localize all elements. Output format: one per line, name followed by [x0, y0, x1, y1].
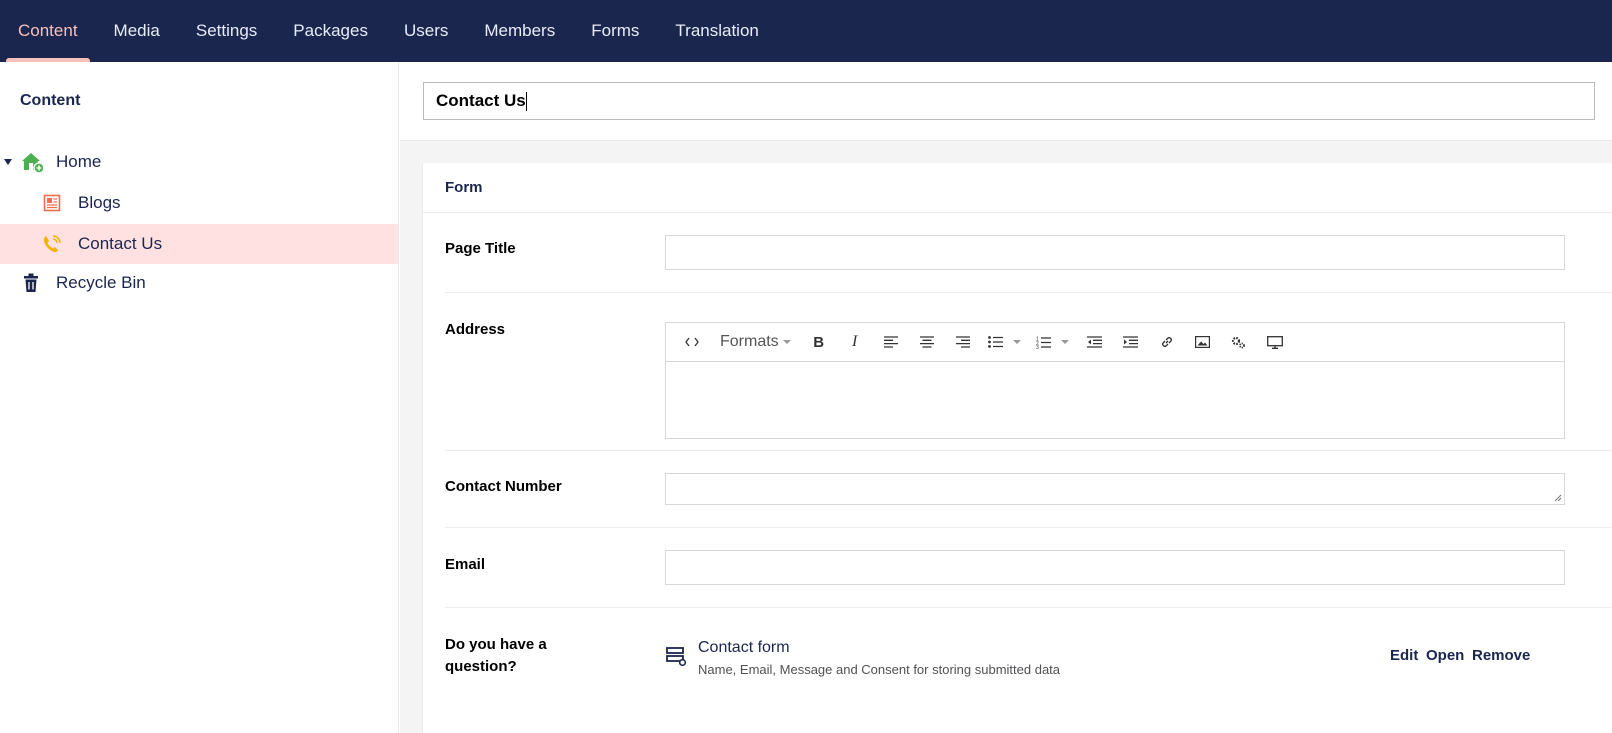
tree-item-recycle-bin[interactable]: Recycle Bin	[0, 263, 398, 303]
address-rich-text-editor: Formats B I 1 2 3	[665, 322, 1565, 439]
macro-icon[interactable]	[1221, 327, 1257, 357]
chevron-down-icon[interactable]	[1012, 340, 1021, 344]
tree-item-blogs[interactable]: Blogs	[0, 183, 398, 223]
bullet-list-icon[interactable]	[981, 327, 1011, 357]
trash-icon	[19, 271, 43, 295]
expand-caret-icon[interactable]	[4, 159, 12, 165]
nav-tab-forms[interactable]: Forms	[573, 0, 657, 62]
form-icon	[665, 645, 687, 667]
tree-item-contact-us[interactable]: Contact Us	[0, 224, 398, 264]
tree-item-home[interactable]: Home	[0, 142, 398, 182]
open-form-button[interactable]: Open	[1426, 647, 1464, 664]
svg-text:3: 3	[1036, 345, 1039, 349]
numbered-list-icon[interactable]: 123	[1029, 327, 1059, 357]
page-title-label: Page Title	[445, 240, 516, 257]
outdent-icon[interactable]	[1077, 327, 1113, 357]
contact-number-textarea[interactable]	[665, 473, 1565, 505]
nav-tab-media[interactable]: Media	[96, 0, 178, 62]
top-navigation: Content Media Settings Packages Users Me…	[0, 0, 1612, 62]
email-label: Email	[445, 556, 486, 573]
chevron-down-icon[interactable]	[1060, 340, 1069, 344]
tree-item-label: Contact Us	[78, 234, 163, 253]
nav-tab-packages[interactable]: Packages	[275, 0, 386, 62]
chevron-down-icon	[782, 340, 791, 344]
tree-item-label: Home	[56, 152, 102, 171]
align-right-icon[interactable]	[945, 327, 981, 357]
content-editor: Contact Us Form Page Title Address Forma…	[400, 62, 1612, 733]
text-cursor	[525, 91, 527, 111]
question-label: Do you have a question?	[445, 636, 547, 675]
tree-item-label: Recycle Bin	[56, 273, 146, 292]
numbered-list-button[interactable]: 123	[1029, 327, 1077, 357]
nav-tab-members[interactable]: Members	[466, 0, 573, 62]
nav-tab-settings[interactable]: Settings	[178, 0, 275, 62]
editor-header: Contact Us	[400, 62, 1612, 141]
resize-handle-icon[interactable]	[1554, 494, 1562, 502]
edit-form-button[interactable]: Edit	[1390, 647, 1418, 664]
bold-glyph: B	[813, 333, 825, 351]
nav-tab-users[interactable]: Users	[386, 0, 466, 62]
email-input[interactable]	[665, 550, 1565, 585]
tree-item-label: Blogs	[78, 193, 121, 212]
address-label: Address	[445, 321, 506, 338]
page-title-input[interactable]	[665, 235, 1565, 270]
nav-tab-translation[interactable]: Translation	[657, 0, 776, 62]
node-name-value: Contact Us	[436, 91, 526, 110]
nav-tab-content[interactable]: Content	[0, 0, 96, 62]
divider	[445, 527, 1612, 528]
content-tree-sidebar: Content Home Blogs Contact Us Recycle Bi…	[0, 62, 399, 733]
node-name-input[interactable]: Contact Us	[423, 82, 1595, 120]
source-code-icon[interactable]	[674, 327, 710, 357]
form-description: Name, Email, Message and Consent for sto…	[698, 662, 1061, 677]
rte-toolbar: Formats B I 1 2 3	[666, 323, 1564, 362]
divider	[445, 450, 1612, 451]
link-icon[interactable]	[1149, 327, 1185, 357]
group-title: Form	[423, 163, 1612, 213]
formats-dropdown[interactable]: Formats	[710, 327, 801, 357]
indent-icon[interactable]	[1113, 327, 1149, 357]
italic-glyph: I	[852, 333, 858, 350]
italic-icon[interactable]: I	[837, 327, 873, 357]
align-left-icon[interactable]	[873, 327, 909, 357]
embed-icon[interactable]	[1257, 327, 1293, 357]
image-icon[interactable]	[1185, 327, 1221, 357]
divider	[445, 292, 1612, 293]
align-center-icon[interactable]	[909, 327, 945, 357]
blog-icon	[40, 191, 64, 215]
sidebar-title: Content	[20, 92, 81, 109]
bullet-list-button[interactable]	[981, 327, 1029, 357]
form-name: Contact form	[698, 639, 790, 656]
rte-body[interactable]	[666, 362, 1564, 438]
phone-icon	[40, 232, 64, 256]
form-group-panel: Form Page Title Address Formats B I 1 2 …	[423, 163, 1612, 733]
home-icon	[20, 150, 44, 174]
bold-icon[interactable]: B	[801, 327, 837, 357]
remove-form-button[interactable]: Remove	[1472, 647, 1530, 664]
divider	[445, 607, 1612, 608]
form-picker: Contact form Name, Email, Message and Co…	[665, 633, 1565, 683]
contact-number-label: Contact Number	[445, 478, 562, 495]
formats-label: Formats	[720, 333, 779, 350]
